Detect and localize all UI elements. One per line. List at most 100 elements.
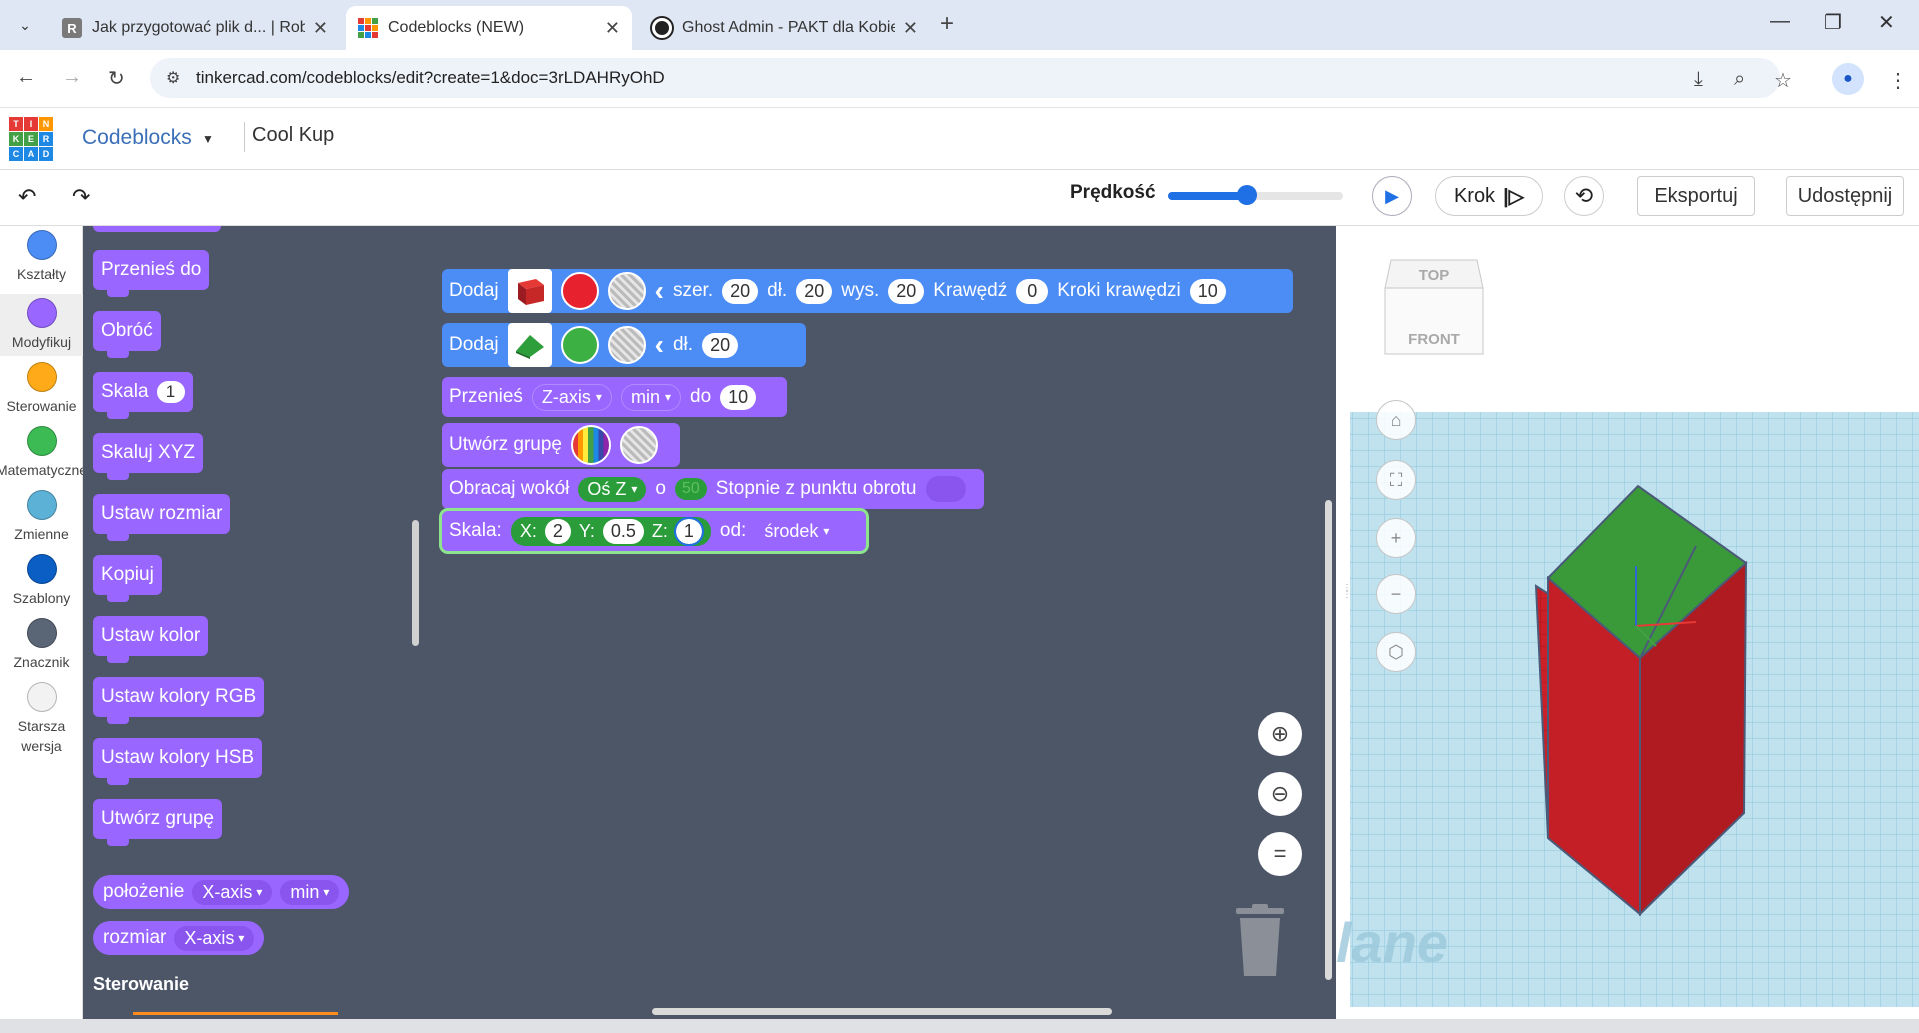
close-tab-icon[interactable]: ✕ xyxy=(605,18,620,39)
restore-window-icon[interactable]: ❐ xyxy=(1824,10,1842,35)
length-input[interactable]: 20 xyxy=(702,332,739,358)
axis-dropdown[interactable]: Oś Z ▾ xyxy=(578,476,647,502)
roof-shape-icon[interactable] xyxy=(507,323,552,367)
tab-search-chevron-icon[interactable]: ⌄ xyxy=(10,10,40,40)
mode-dropdown[interactable]: min ▾ xyxy=(620,383,681,411)
category-modify[interactable]: Modyfikuj xyxy=(0,294,83,356)
reload-icon[interactable]: ↻ xyxy=(108,66,125,91)
degrees-input[interactable]: 50 xyxy=(675,478,707,500)
category-variables[interactable]: Zmienne xyxy=(0,486,83,548)
tinkercad-logo[interactable]: T I N K E R C A D xyxy=(9,117,53,161)
3d-viewport[interactable]: TOP FRONT lane xyxy=(1336,226,1919,1019)
scale-value-input[interactable]: 1 xyxy=(156,381,185,403)
speed-slider-knob[interactable] xyxy=(1236,185,1257,205)
collapse-chevron-icon[interactable]: ‹ xyxy=(655,329,664,361)
block-create-group[interactable]: Utwórz grupę xyxy=(442,423,680,467)
mode-dropdown[interactable]: min xyxy=(280,879,340,905)
viewport-zoom-out-icon[interactable]: − xyxy=(1376,574,1416,614)
close-tab-icon[interactable]: ✕ xyxy=(903,18,918,39)
axis-dropdown[interactable]: X-axis xyxy=(174,925,255,951)
view-cube-top-label[interactable]: TOP xyxy=(1419,267,1450,284)
flyout-block-partial[interactable] xyxy=(93,226,221,232)
fit-view-icon[interactable]: ⛶ xyxy=(1376,460,1416,500)
browser-tab-active[interactable]: Codeblocks (NEW) ✕ xyxy=(346,6,632,50)
browser-tab[interactable]: R Jak przygotować plik d... | Robis ✕ xyxy=(50,6,340,50)
undo-icon[interactable]: ↶ xyxy=(18,184,36,210)
color-swatch[interactable] xyxy=(560,326,599,364)
collapse-chevron-icon[interactable]: ‹ xyxy=(655,275,664,307)
flyout-block-set-size[interactable]: Ustaw rozmiar xyxy=(93,494,231,541)
reset-button[interactable]: ⟲ xyxy=(1564,176,1604,216)
flyout-block-set-color[interactable]: Ustaw kolor xyxy=(93,616,209,663)
codeblocks-dropdown-icon[interactable]: ▼ xyxy=(202,132,214,146)
site-settings-icon[interactable]: ⚙ xyxy=(166,68,180,88)
close-window-icon[interactable]: ✕ xyxy=(1878,10,1895,35)
close-tab-icon[interactable]: ✕ xyxy=(313,18,328,39)
flyout-block-scale[interactable]: Skala 1 xyxy=(93,372,193,419)
category-math[interactable]: Matematyczne xyxy=(0,422,87,484)
block-add-roof[interactable]: Dodaj ‹ dł. 20 xyxy=(442,323,806,367)
flyout-block-move-to[interactable]: Przenieś do xyxy=(93,250,210,297)
view-cube[interactable]: TOP FRONT xyxy=(1384,259,1484,355)
hole-toggle[interactable] xyxy=(620,426,658,464)
back-icon[interactable]: ← xyxy=(16,66,36,89)
menu-kebab-icon[interactable]: ⋮ xyxy=(1888,68,1908,93)
install-app-icon[interactable]: ⤓ xyxy=(1694,68,1703,91)
project-name[interactable]: Cool Kup xyxy=(252,124,334,147)
codeblocks-menu-link[interactable]: Codeblocks xyxy=(82,126,192,150)
forward-icon[interactable]: → xyxy=(62,66,82,89)
block-add-box[interactable]: Dodaj ‹ szer. 20 dł. 20 wys. 20 Krawędź … xyxy=(442,269,1293,313)
export-button[interactable]: Eksportuj xyxy=(1637,176,1755,216)
zoom-out-icon[interactable]: ⊖ xyxy=(1258,772,1302,816)
block-rotate[interactable]: Obracaj wokół Oś Z ▾ o 50 Stopnie z punkt… xyxy=(442,469,984,509)
color-swatch[interactable] xyxy=(560,272,599,310)
category-shapes[interactable]: Kształty xyxy=(0,230,83,292)
zoom-reset-icon[interactable]: = xyxy=(1258,832,1302,876)
url-input[interactable]: ⚙ tinkercad.com/codeblocks/edit?create=1… xyxy=(150,58,1780,98)
step-button[interactable]: Krok |▷ xyxy=(1435,176,1543,216)
multicolor-swatch[interactable] xyxy=(571,425,611,465)
share-button[interactable]: Udostępnij xyxy=(1786,176,1904,216)
trash-icon[interactable] xyxy=(1234,904,1286,978)
browser-tab[interactable]: Ghost Admin - PAKT dla Kobiet ✕ xyxy=(640,6,930,50)
move-value-input[interactable]: 10 xyxy=(720,384,757,410)
box-shape-icon[interactable] xyxy=(507,269,552,313)
new-tab-plus-icon[interactable]: + xyxy=(940,10,954,38)
minimize-icon[interactable]: — xyxy=(1770,10,1790,33)
axis-dropdown[interactable]: Z-axis ▾ xyxy=(531,383,612,411)
scale-x-input[interactable]: 2 xyxy=(544,518,571,544)
flyout-reporter-size[interactable]: rozmiar X-axis xyxy=(93,921,265,955)
flyout-block-set-hsb[interactable]: Ustaw kolory HSB xyxy=(93,738,263,785)
flyout-block-create-group[interactable]: Utwórz grupę xyxy=(93,799,222,846)
block-scale-selected[interactable]: Skala: X: 2 Y: 0.5 Z: 1 od: środek ▾ xyxy=(442,511,866,551)
category-legacy[interactable]: Starsza wersja xyxy=(0,678,83,762)
height-input[interactable]: 20 xyxy=(888,278,925,304)
width-input[interactable]: 20 xyxy=(722,278,759,304)
code-workspace[interactable]: Dodaj ‹ szer. 20 dł. 20 wys. 20 Krawędź … xyxy=(426,226,1336,1019)
pivot-point-slot[interactable] xyxy=(925,476,966,502)
workspace-horizontal-scrollbar[interactable] xyxy=(652,1008,1112,1015)
flyout-block-scale-xyz[interactable]: Skaluj XYZ xyxy=(93,433,203,480)
hole-toggle[interactable] xyxy=(607,326,646,364)
flyout-block-rotate[interactable]: Obróć xyxy=(93,311,161,358)
flyout-block-set-rgb[interactable]: Ustaw kolory RGB xyxy=(93,677,265,724)
hole-toggle[interactable] xyxy=(607,272,646,310)
workspace-vertical-scrollbar[interactable] xyxy=(1325,500,1332,980)
bookmark-star-icon[interactable]: ☆ xyxy=(1774,68,1792,93)
block-move[interactable]: Przenieś Z-axis ▾ min ▾ do 10 xyxy=(442,377,787,417)
perspective-cube-icon[interactable]: ⬡ xyxy=(1376,632,1416,672)
origin-dropdown[interactable]: środek ▾ xyxy=(755,518,839,544)
flyout-reporter-position[interactable]: położenie X-axis min xyxy=(93,875,350,909)
redo-icon[interactable]: ↷ xyxy=(72,184,90,210)
category-control[interactable]: Sterowanie xyxy=(0,358,83,420)
scale-y-input[interactable]: 0.5 xyxy=(602,518,644,544)
category-templates[interactable]: Szablony xyxy=(0,550,83,612)
home-view-icon[interactable]: ⌂ xyxy=(1376,400,1416,440)
panel-resize-handle[interactable]: ⋮ ⋮ xyxy=(1342,584,1352,626)
length-input[interactable]: 20 xyxy=(796,278,833,304)
play-button[interactable]: ▶ xyxy=(1372,176,1412,216)
axis-dropdown[interactable]: X-axis xyxy=(192,879,273,905)
edge-steps-input[interactable]: 10 xyxy=(1189,278,1226,304)
edge-input[interactable]: 0 xyxy=(1016,278,1049,304)
scale-z-input[interactable]: 1 xyxy=(673,516,704,546)
